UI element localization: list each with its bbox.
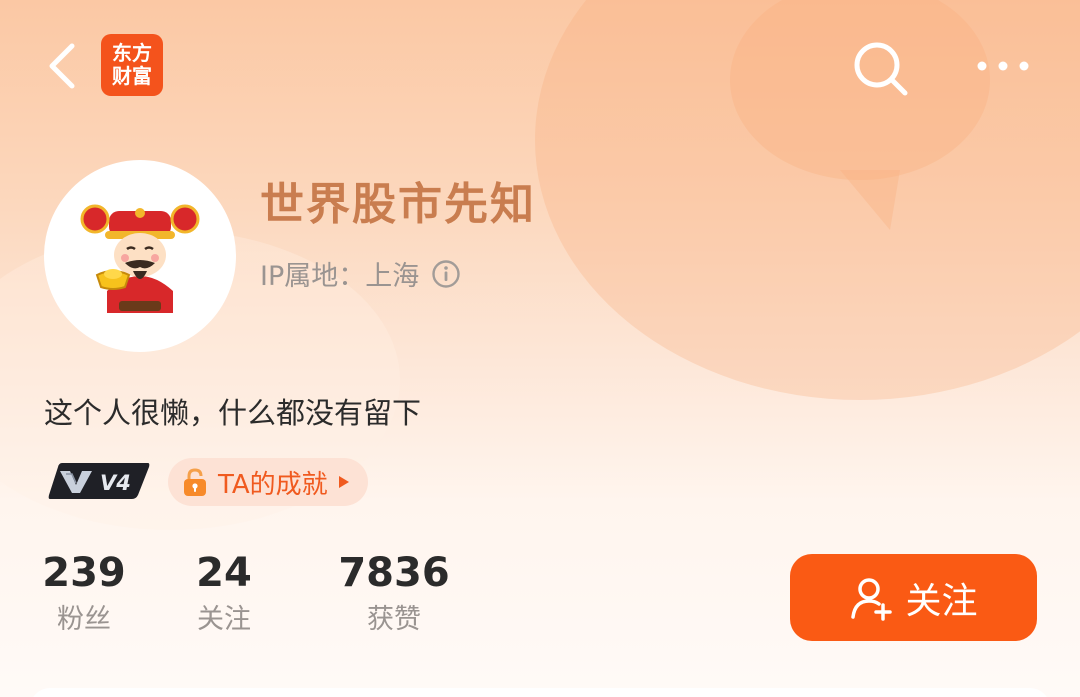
achievement-label: TA的成就 [218, 469, 328, 500]
lock-icon [184, 468, 206, 496]
username: 世界股市先知 [260, 179, 536, 230]
avatar[interactable] [44, 160, 236, 352]
more-horizontal-icon[interactable] [974, 52, 1032, 80]
search-icon[interactable] [850, 38, 912, 100]
add-user-icon [851, 577, 893, 621]
logo-text-line2: 财富 [112, 64, 152, 88]
app-logo[interactable]: 东方 财富 [101, 34, 163, 96]
stat-label: 关注 [197, 604, 251, 635]
info-icon[interactable] [431, 259, 461, 289]
achievement-button[interactable]: TA的成就 [168, 458, 368, 506]
ip-location-row: IP属地：上海 [260, 254, 461, 293]
stat-label: 获赞 [367, 604, 421, 635]
wealth-god-avatar-icon [80, 204, 200, 313]
follow-button-label: 关注 [905, 580, 978, 622]
play-arrow-icon [338, 476, 349, 488]
stat-likes[interactable]: 7836 获赞 [334, 548, 454, 642]
stat-following[interactable]: 24 关注 [180, 548, 268, 642]
stat-fans[interactable]: 239 粉丝 [40, 548, 128, 642]
level-badge-text: V4 [100, 471, 131, 495]
stat-value: 7836 [338, 550, 450, 596]
logo-text-line1: 东方 [112, 41, 152, 65]
ip-location-text: IP属地：上海 [260, 261, 420, 292]
stat-label: 粉丝 [57, 604, 111, 635]
stat-value: 239 [42, 550, 126, 596]
level-badge[interactable]: V4 [48, 461, 150, 501]
follow-button[interactable]: 关注 [790, 554, 1037, 641]
background-decoration [840, 170, 900, 230]
content-sheet-edge [30, 688, 1050, 697]
chevron-left-icon[interactable] [44, 40, 80, 92]
bio-text: 这个人很懒，什么都没有留下 [44, 396, 422, 430]
profile-screen: 东方 财富 世界股市先知 IP属地：上海 这个人很懒，什么都没有留下 V4 TA… [0, 0, 1080, 697]
stats-row: 239 粉丝 24 关注 7836 获赞 [40, 548, 454, 642]
stat-value: 24 [196, 550, 252, 596]
